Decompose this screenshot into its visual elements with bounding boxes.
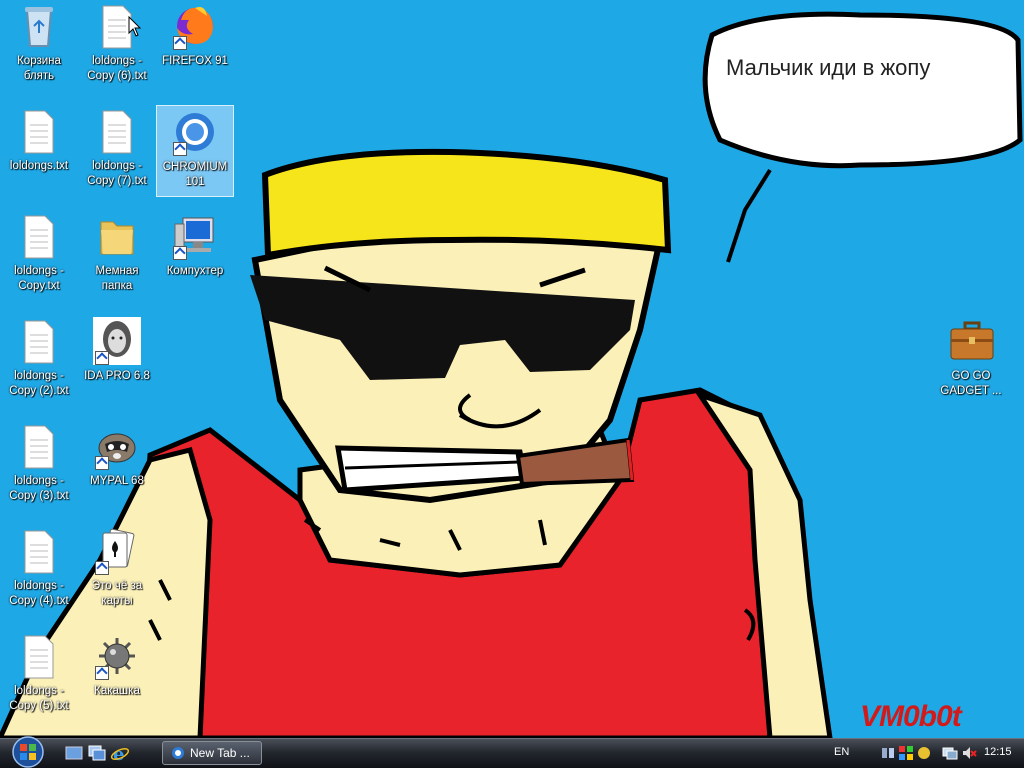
text-file-icon — [93, 107, 141, 155]
desktop-icon-loldongs-copy-7[interactable]: loldongs - Copy (7).txt — [78, 105, 156, 197]
desktop-icon-loldongs-copy-6[interactable]: loldongs - Copy (6).txt — [78, 0, 156, 92]
folder-icon — [93, 212, 141, 260]
desktop-icon-label: loldongs.txt — [9, 160, 69, 172]
desktop-icon-label: CHROMIUM 101 — [162, 161, 228, 188]
desktop-icon-label: loldongs - Copy (4).txt — [9, 580, 69, 607]
show-desktop-icon — [65, 746, 83, 760]
windows-orb-icon — [12, 736, 44, 768]
desktop-icon-firefox[interactable]: FIREFOX 91 — [156, 0, 234, 92]
desktop-icon-label: loldongs - Copy (7).txt — [87, 160, 147, 187]
firefox-icon — [171, 2, 219, 50]
taskbar-task-new-tab[interactable]: New Tab ... — [162, 741, 262, 765]
switch-windows-icon — [88, 745, 106, 761]
language-indicator[interactable]: EN — [834, 746, 849, 758]
speech-bubble-text: Мальчик иди в жопу — [726, 55, 931, 80]
chromium-icon — [172, 747, 184, 759]
mypal-raccoon-icon — [93, 422, 141, 470]
desktop-icon-loldongs-copy-5[interactable]: loldongs - Copy (5).txt — [0, 630, 78, 722]
desktop-icon-minesweeper[interactable]: Какашка — [78, 630, 156, 722]
volume-muted-icon[interactable] — [961, 745, 977, 761]
text-file-icon — [15, 107, 63, 155]
desktop-icon-cards[interactable]: Это чё за карты — [78, 525, 156, 617]
taskbar: e New Tab ... EN 12:15 — [0, 736, 1024, 769]
desktop-icon-chromium[interactable]: CHROMIUM 101 — [156, 105, 234, 197]
security-center-icon[interactable] — [898, 745, 914, 761]
task-label: New Tab ... — [190, 746, 250, 760]
desktop-icon-loldongs[interactable]: loldongs.txt — [0, 105, 78, 197]
desktop-icon-label: Компухтер — [166, 265, 224, 277]
desktop-icon-loldongs-copy[interactable]: loldongs - Copy.txt — [0, 210, 78, 302]
desktop-icon-label: GO GO GADGET ... — [940, 370, 1002, 397]
text-file-icon — [15, 527, 63, 575]
briefcase-icon — [947, 317, 995, 365]
internet-explorer-button[interactable]: e — [110, 744, 130, 765]
desktop-icon-label: loldongs - Copy (3).txt — [9, 475, 69, 502]
internet-explorer-icon: e — [110, 744, 130, 765]
speech-bubble — [702, 11, 1023, 169]
show-desktop-button[interactable] — [64, 744, 84, 762]
sidebar-icon[interactable] — [916, 745, 932, 761]
text-file-icon — [15, 422, 63, 470]
yellow-cap — [261, 148, 672, 259]
desktop-icon-label: MYPAL 68 — [90, 475, 144, 487]
desktop-icon-recycle-bin[interactable]: Корзина блять — [0, 0, 78, 92]
desktop-icon-label: loldongs - Copy.txt — [14, 265, 64, 292]
desktop[interactable]: Мальчик иди в жопу VM0b0t Корзина блять … — [0, 0, 1024, 738]
desktop-icon-label: FIREFOX 91 — [162, 55, 228, 67]
desktop-icon-label: loldongs - Copy (5).txt — [9, 685, 69, 712]
switch-windows-button[interactable] — [87, 744, 107, 762]
desktop-icon-label: Это чё за карты — [91, 580, 143, 607]
desktop-icon-label: loldongs - Copy (6).txt — [87, 55, 147, 82]
desktop-icon-label: loldongs - Copy (2).txt — [9, 370, 69, 397]
text-file-icon — [15, 632, 63, 680]
clock[interactable]: 12:15 — [984, 746, 1012, 758]
desktop-icon-label: Мемная папка — [95, 265, 139, 292]
connection-icon[interactable] — [942, 745, 958, 761]
desktop-icon-mypal[interactable]: MYPAL 68 — [78, 420, 156, 512]
text-file-icon — [15, 317, 63, 365]
text-file-icon — [15, 212, 63, 260]
desktop-icon-label: Какашка — [94, 685, 140, 697]
chromium-icon — [171, 108, 219, 156]
computer-icon — [171, 212, 219, 260]
desktop-icon-loldongs-copy-2[interactable]: loldongs - Copy (2).txt — [0, 315, 78, 407]
desktop-icon-computer[interactable]: Компухтер — [156, 210, 234, 302]
network-icon[interactable] — [880, 745, 896, 761]
desktop-icon-label: Корзина блять — [17, 55, 61, 82]
mouse-cursor-icon — [128, 16, 142, 37]
desktop-icon-label: IDA PRO 6.8 — [84, 370, 150, 382]
desktop-icon-loldongs-copy-3[interactable]: loldongs - Copy (3).txt — [0, 420, 78, 512]
playing-cards-icon — [93, 527, 141, 575]
desktop-icon-meme-folder[interactable]: Мемная папка — [78, 210, 156, 302]
ida-pro-icon — [93, 317, 141, 365]
speech-bubble-tail — [726, 168, 772, 263]
desktop-icon-ida-pro[interactable]: IDA PRO 6.8 — [78, 315, 156, 407]
desktop-icon-go-go-gadget[interactable]: GO GO GADGET ... — [932, 315, 1010, 407]
recycle-bin-icon — [15, 2, 63, 50]
desktop-icon-loldongs-copy-4[interactable]: loldongs - Copy (4).txt — [0, 525, 78, 617]
start-button[interactable] — [6, 736, 50, 769]
minesweeper-mine-icon — [93, 632, 141, 680]
artist-signature: VM0b0t — [860, 700, 962, 733]
